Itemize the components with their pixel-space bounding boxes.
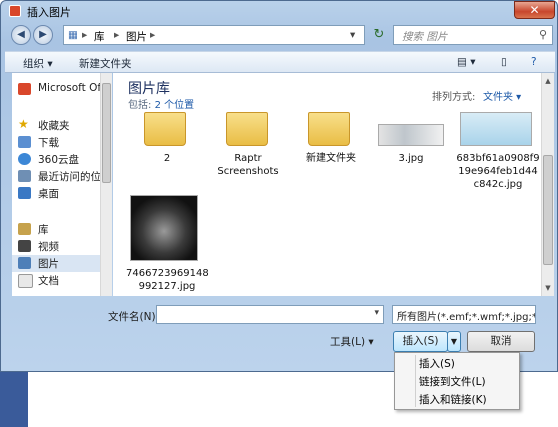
office-icon: [18, 83, 31, 95]
chevron-right-icon: ▸: [82, 29, 88, 41]
chevron-right-icon: ▸: [150, 29, 156, 41]
content-scrollbar[interactable]: ▲ ▼: [541, 73, 554, 296]
navigation-pane: Microsoft Of ★ 收藏夹 下载 360云盘 最近访问的位 桌面 库 视…: [12, 73, 112, 296]
image-label: 3.jpg: [398, 153, 424, 164]
nav-item-libraries[interactable]: 库: [12, 221, 100, 238]
search-placeholder: 搜索 图片: [402, 31, 448, 43]
library-subtitle: 包括: 2 个位置: [128, 100, 195, 111]
folder-item-raptr[interactable]: Raptr Screenshots: [210, 112, 286, 178]
menu-item-insert-and-link[interactable]: 插入和链接(K): [419, 392, 487, 407]
nav-item-pictures[interactable]: 图片: [12, 255, 100, 272]
view-icon[interactable]: ▤ ▾: [457, 56, 476, 68]
image-label: 992127.jpg: [138, 281, 196, 292]
folder-label: Screenshots: [217, 166, 279, 177]
folder-label: Raptr: [234, 153, 262, 164]
filename-input[interactable]: ▾: [156, 305, 384, 324]
menu-divider: [415, 355, 416, 407]
nav-item-videos[interactable]: 视频: [12, 238, 100, 255]
image-item-683bf[interactable]: 683bf61a0908f9 19e964feb1d44 c842c.jpg: [456, 112, 540, 192]
star-icon: ★: [18, 117, 29, 131]
arrange-by-dropdown[interactable]: 文件夹 ▾: [483, 88, 521, 103]
nav-item-microsoft-office[interactable]: Microsoft Of: [12, 81, 100, 98]
folder-icon: [308, 112, 350, 146]
documents-icon: [18, 274, 33, 288]
nav-scroll-thumb[interactable]: [102, 83, 111, 183]
toolbar: 组织 ▾ 新建文件夹 ▤ ▾ ▯ ?: [5, 51, 555, 73]
library-title: 图片库: [128, 81, 170, 97]
breadcrumb-pictures[interactable]: 图片: [126, 29, 147, 44]
back-button[interactable]: ◀: [11, 25, 31, 45]
folder-icon: [144, 112, 186, 146]
filename-label: 文件名(N):: [108, 311, 160, 323]
window-title: 插入图片: [27, 6, 71, 19]
image-thumbnail: [130, 195, 198, 261]
image-label: 683bf61a0908f9: [456, 153, 540, 164]
nav-item-desktop[interactable]: 桌面: [12, 185, 100, 202]
chevron-down-icon[interactable]: ▾: [350, 29, 355, 41]
recent-places-icon: [18, 170, 31, 182]
image-label: 19e964feb1d44: [458, 166, 538, 177]
refresh-icon[interactable]: ↻: [369, 25, 389, 45]
nav-item-360-cloud[interactable]: 360云盘: [12, 151, 100, 168]
cancel-button[interactable]: 取消: [467, 331, 535, 352]
breadcrumb-library[interactable]: 库: [94, 29, 105, 44]
file-type-filter[interactable]: 所有图片(*.emf;*.wmf;*.jpg;*.j: [392, 305, 536, 324]
nav-scrollbar[interactable]: [100, 73, 112, 296]
library-icon: ▦: [68, 29, 78, 41]
desktop-icon: [18, 187, 31, 199]
search-input[interactable]: 搜索 图片 ⚲: [393, 25, 553, 45]
new-folder-button[interactable]: 新建文件夹: [79, 56, 132, 71]
image-item-3jpg[interactable]: 3.jpg: [374, 112, 448, 172]
nav-item-downloads[interactable]: 下载: [12, 134, 100, 151]
close-button[interactable]: ✕: [514, 1, 555, 19]
title-bar[interactable]: 插入图片 ✕: [1, 1, 557, 21]
insert-dropdown-button[interactable]: ▼: [447, 331, 461, 352]
arrange-by-label: 排列方式:: [432, 92, 476, 103]
folder-label: 2: [163, 153, 171, 164]
scroll-up-icon[interactable]: ▲: [543, 77, 553, 85]
nav-item-documents[interactable]: 文档: [12, 272, 100, 289]
chevron-down-icon[interactable]: ▾: [374, 308, 379, 318]
library-icon: [18, 223, 31, 235]
tools-button[interactable]: 工具(L) ▾: [330, 334, 374, 349]
folder-icon: [226, 112, 268, 146]
background-strip: [0, 372, 28, 427]
nav-item-recent[interactable]: 最近访问的位: [12, 168, 100, 185]
address-bar[interactable]: ▦ ▸ 库 ▸ 图片 ▸ ▾: [63, 25, 365, 45]
locations-link[interactable]: 2 个位置: [155, 100, 195, 111]
folder-label: 新建文件夹: [306, 153, 356, 164]
chevron-right-icon: ▸: [114, 29, 120, 41]
insert-button[interactable]: 插入(S): [393, 331, 448, 352]
help-icon[interactable]: ?: [531, 56, 537, 68]
menu-item-link-to-file[interactable]: 链接到文件(L): [419, 374, 486, 389]
folder-item-new[interactable]: 新建文件夹: [296, 112, 366, 172]
content-scroll-thumb[interactable]: [543, 155, 553, 265]
menu-item-insert[interactable]: 插入(S): [419, 356, 455, 371]
image-thumbnail: [460, 112, 532, 146]
insert-options-menu: 插入(S) 链接到文件(L) 插入和链接(K): [394, 352, 520, 410]
video-icon: [18, 240, 31, 252]
scroll-down-icon[interactable]: ▼: [543, 284, 553, 292]
preview-pane-icon[interactable]: ▯: [501, 56, 507, 68]
image-item-7466[interactable]: 7466723969148 992127.jpg: [126, 193, 209, 295]
download-icon: [18, 136, 31, 148]
image-label: c842c.jpg: [473, 179, 523, 190]
nav-item-favorites[interactable]: ★ 收藏夹: [12, 117, 100, 134]
folder-item-2[interactable]: 2: [132, 112, 202, 172]
organize-button[interactable]: 组织 ▾: [23, 56, 53, 71]
pictures-icon: [18, 257, 31, 269]
cloud-icon: [18, 153, 31, 165]
image-thumbnail: [378, 124, 444, 146]
search-icon[interactable]: ⚲: [539, 28, 547, 41]
image-label: 7466723969148: [126, 268, 209, 279]
app-icon: [9, 5, 21, 17]
forward-button[interactable]: ▶: [33, 25, 53, 45]
